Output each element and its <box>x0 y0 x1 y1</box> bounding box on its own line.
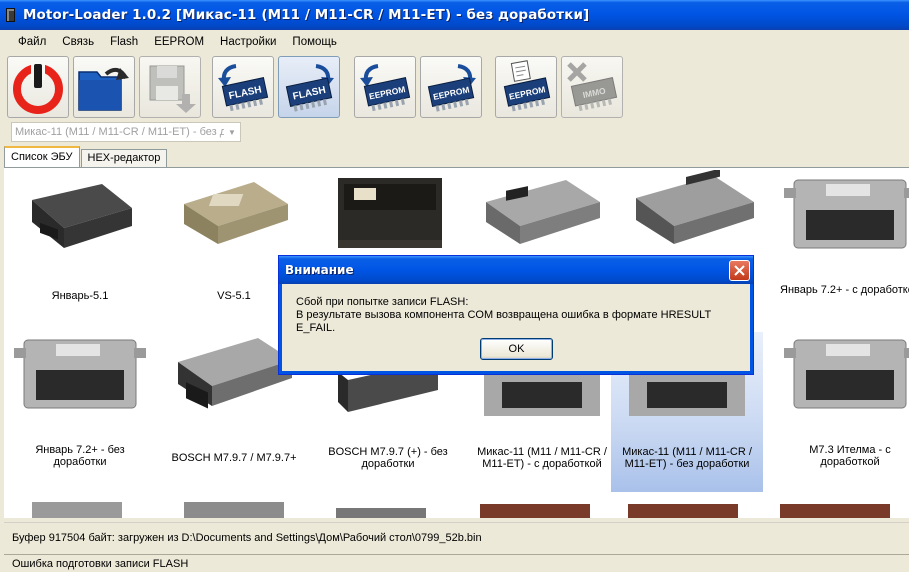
ecu-item-january-7-2-mod[interactable]: Январь 7.2+ - с доработкой <box>774 170 909 330</box>
dialog-message: Сбой при попытке записи FLASH: В результ… <box>296 296 750 335</box>
chip-write-flash-icon: FLASH <box>285 64 334 112</box>
ecu-type-select-value: Микас-11 (M11 / M11-CR / M11-ET) - без д <box>15 126 224 138</box>
power-icon <box>13 62 63 114</box>
ecu-image <box>338 178 442 248</box>
tab-hex-editor[interactable]: HEX-редактор <box>80 149 168 168</box>
write-flash-button[interactable]: FLASH <box>278 56 340 118</box>
ecu-item-label: Январь 7.2+ - без доработки <box>35 444 125 468</box>
status-bar: Ошибка подготовки записи FLASH <box>4 554 909 572</box>
ecu-image <box>784 179 909 249</box>
chip-read-eeprom-icon: EEPROM <box>360 64 411 112</box>
window-title: Motor-Loader 1.0.2 [Микас-11 (M11 / M11-… <box>23 7 590 23</box>
ecu-item-partial[interactable] <box>628 504 738 518</box>
open-file-button[interactable] <box>73 56 135 118</box>
edit-eeprom-button[interactable]: EEPROM <box>495 56 557 118</box>
dialog-message-line2: В результате вызова компонента COM возвр… <box>296 309 711 334</box>
read-flash-button[interactable]: FLASH <box>212 56 274 118</box>
chip-read-flash-icon: FLASH <box>218 64 269 112</box>
tab-strip: Список ЭБУ HEX-редактор <box>4 146 168 168</box>
ecu-item-label: M7.3 Ителма - с доработкой <box>809 444 891 468</box>
ecu-item-label: Январь-5.1 <box>51 290 109 302</box>
menu-connection[interactable]: Связь <box>54 34 102 50</box>
chip-immo-off-icon: IMMO <box>567 62 618 112</box>
dialog-title: Внимание <box>285 263 354 277</box>
ecu-item-label: BOSCH M7.9.7 (+) - без доработки <box>328 446 448 470</box>
tab-ecu-list[interactable]: Список ЭБУ <box>4 146 80 168</box>
ecu-type-select[interactable]: Микас-11 (M11 / M11-CR / M11-ET) - без д… <box>11 122 241 142</box>
power-button[interactable] <box>7 56 69 118</box>
menu-file[interactable]: Файл <box>10 34 54 50</box>
ecu-item-label: Микас-11 (M11 / M11-CR / M11-ET) - с дор… <box>477 446 607 470</box>
floppy-disk-icon <box>149 65 196 113</box>
ecu-item-label: Январь 7.2+ - с доработкой <box>780 284 909 296</box>
dialog-close-button[interactable] <box>729 260 750 281</box>
ecu-image <box>184 182 288 244</box>
ecu-image <box>636 170 754 244</box>
ecu-item-label: BOSCH M7.9.7 / M7.9.7+ <box>171 452 297 464</box>
ecu-image <box>784 339 909 409</box>
folder-open-icon <box>78 67 129 111</box>
write-eeprom-button[interactable]: EEPROM <box>420 56 482 118</box>
chip-edit-eeprom-icon: EEPROM <box>503 60 551 112</box>
menu-bar: Файл Связь Flash EEPROM Настройки Помощь <box>0 30 909 53</box>
warning-dialog: Внимание Сбой при попытке записи FLASH: … <box>279 256 753 374</box>
menu-settings[interactable]: Настройки <box>212 34 284 50</box>
ecu-image <box>14 339 146 409</box>
ecu-item-partial[interactable] <box>480 504 590 518</box>
ecu-item-label: Микас-11 (M11 / M11-CR / M11-ET) - без д… <box>622 446 752 470</box>
ecu-item-january-7-2-nomod[interactable]: Январь 7.2+ - без доработки <box>4 332 156 492</box>
app-icon <box>6 8 15 22</box>
ecu-image <box>32 184 132 248</box>
ecu-item-partial[interactable] <box>780 504 890 518</box>
chip-write-eeprom-icon: EEPROM <box>427 64 476 112</box>
toolbar: FLASH FLASH EEPROM EEPROM EEPROM IMMO <box>0 53 909 120</box>
immo-off-button[interactable]: IMMO <box>561 56 623 118</box>
chevron-down-icon[interactable]: ▼ <box>224 123 240 141</box>
menu-help[interactable]: Помощь <box>284 34 344 50</box>
ecu-image <box>486 180 600 244</box>
dialog-message-line1: Сбой при попытке записи FLASH: <box>296 296 469 308</box>
menu-flash[interactable]: Flash <box>102 34 146 50</box>
ecu-item-partial[interactable] <box>32 502 122 518</box>
close-icon <box>734 265 745 276</box>
read-eeprom-button[interactable]: EEPROM <box>354 56 416 118</box>
dialog-title-bar[interactable]: Внимание <box>279 256 753 284</box>
ok-button[interactable]: OK <box>480 338 553 360</box>
title-bar[interactable]: Motor-Loader 1.0.2 [Микас-11 (M11 / M11-… <box>0 0 909 30</box>
ecu-item-partial[interactable] <box>184 502 284 518</box>
buffer-status-text: Буфер 917504 байт: загружен из D:\Docume… <box>12 531 482 544</box>
ecu-item-m73-itelma[interactable]: M7.3 Ителма - с доработкой <box>774 332 909 492</box>
ecu-item-partial[interactable] <box>336 508 426 518</box>
ecu-item-january-5-1[interactable]: Январь-5.1 <box>4 170 156 330</box>
menu-eeprom[interactable]: EEPROM <box>146 34 212 50</box>
status-message: Ошибка подготовки записи FLASH <box>12 557 189 570</box>
save-file-button[interactable] <box>139 56 201 118</box>
buffer-status: Буфер 917504 байт: загружен из D:\Docume… <box>4 522 909 552</box>
